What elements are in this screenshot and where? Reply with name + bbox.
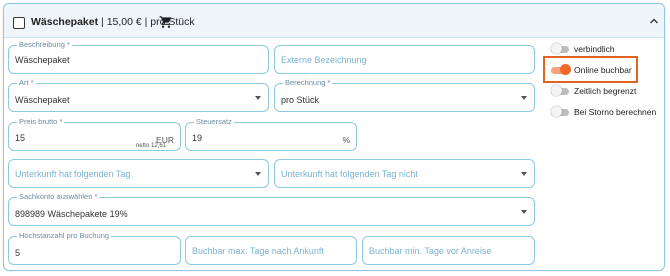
tag-nicht-select[interactable]: Unterkunft hat folgenden Tag nicht <box>274 159 535 188</box>
toggle-bei-storno-label: Bei Storno berechnen <box>574 107 657 117</box>
price-unit-text: | 15,00 € | pro Stück <box>101 16 195 28</box>
steuersatz-field[interactable]: Steuersatz 19 % <box>185 117 357 151</box>
chevron-down-icon <box>521 96 527 100</box>
percent-suffix: % <box>342 135 350 145</box>
product-card: Wäschepaket | 15,00 € | pro Stück Beschr… <box>3 3 665 271</box>
art-label: Art * <box>17 78 36 88</box>
berechnung-select[interactable]: Berechnung * pro Stück <box>274 78 535 112</box>
toggle-verbindlich-label: verbindlich <box>574 44 615 54</box>
cart-icon <box>159 16 172 28</box>
beschreibung-value: Wäschepaket <box>15 55 70 65</box>
preis-brutto-label: Preis brutto * <box>17 117 65 127</box>
hoechstanzahl-field[interactable]: Höchstanzahl pro Buchung 5 <box>8 231 181 265</box>
product-title: Wäschepaket <box>31 16 99 28</box>
hoechstanzahl-value: 5 <box>15 248 21 258</box>
sachkonto-label: Sachkonto auswählen * <box>17 192 100 202</box>
toggle-zeitlich-begrenzt-label: Zeitlich begrenzt <box>574 86 637 96</box>
berechnung-value: pro Stück <box>281 95 320 105</box>
max-tage-placeholder: Buchbar max. Tage nach Ankunft <box>192 246 324 256</box>
art-select[interactable]: Art * Wäschepaket <box>8 78 269 112</box>
preis-brutto-value: 15 <box>15 133 26 143</box>
chevron-down-icon <box>255 96 261 100</box>
preis-brutto-field[interactable]: Preis brutto * 15 EUR netto 12,61 <box>8 117 181 151</box>
max-tage-field[interactable]: Buchbar max. Tage nach Ankunft <box>185 236 357 265</box>
externe-bezeichnung-placeholder: Externe Bezeichnung <box>281 55 367 65</box>
netto-hint: netto 12,61 <box>135 143 166 149</box>
min-tage-placeholder: Buchbar min. Tage vor Anreise <box>369 246 492 256</box>
beschreibung-field[interactable]: Beschreibung * Wäschepaket <box>8 40 269 74</box>
sachkonto-select[interactable]: Sachkonto auswählen * 898989 Wäschepaket… <box>8 192 535 226</box>
chevron-down-icon <box>255 172 261 176</box>
externe-bezeichnung-field[interactable]: Externe Bezeichnung <box>274 45 535 74</box>
chevron-up-icon[interactable] <box>648 15 660 27</box>
tag-nicht-placeholder: Unterkunft hat folgenden Tag nicht <box>281 169 418 179</box>
chevron-down-icon <box>521 172 527 176</box>
art-value: Wäschepaket <box>15 95 70 105</box>
chevron-down-icon <box>521 210 527 214</box>
min-tage-field[interactable]: Buchbar min. Tage vor Anreise <box>362 236 535 265</box>
tag-placeholder: Unterkunft hat folgenden Tag <box>15 169 131 179</box>
sachkonto-value: 898989 Wäschepakete 19% <box>15 209 128 219</box>
beschreibung-label: Beschreibung * <box>17 40 72 50</box>
steuersatz-label: Steuersatz <box>194 117 234 127</box>
highlight-box <box>543 56 638 83</box>
tag-select[interactable]: Unterkunft hat folgenden Tag <box>8 159 269 188</box>
checkbox-empty-icon[interactable] <box>13 17 25 29</box>
hoechstanzahl-label: Höchstanzahl pro Buchung <box>17 231 112 241</box>
steuersatz-value: 19 <box>192 133 203 143</box>
card-header[interactable]: Wäschepaket | 15,00 € | pro Stück <box>4 4 664 38</box>
berechnung-label: Berechnung * <box>283 78 333 88</box>
